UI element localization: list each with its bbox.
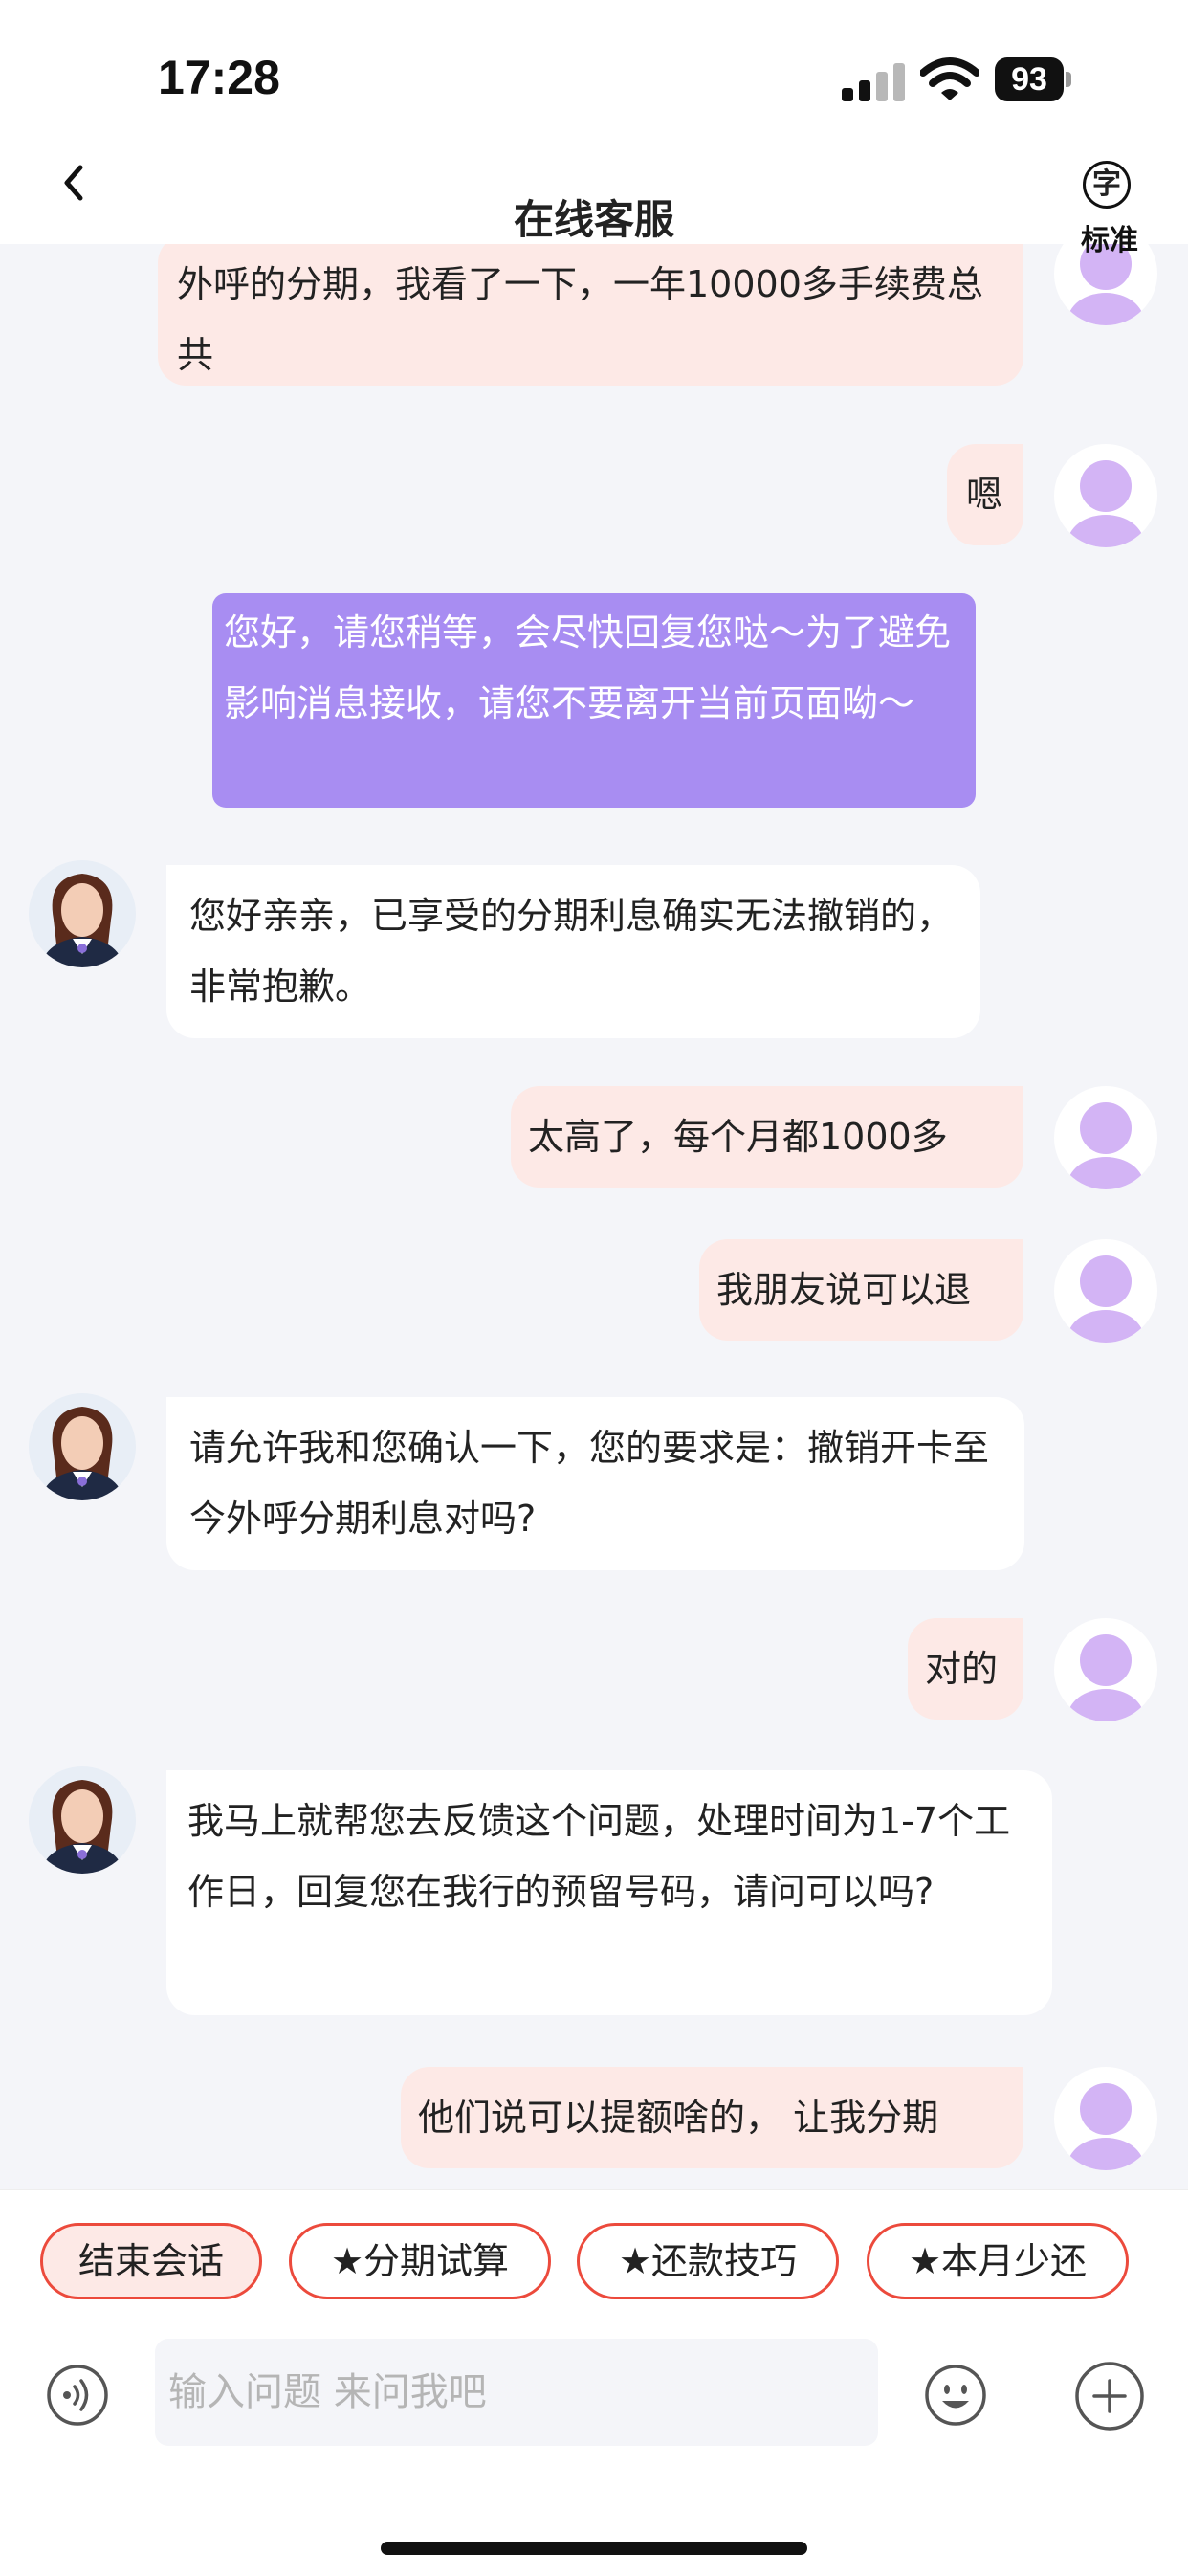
voice-icon [47,2365,108,2426]
user-avatar [1054,1239,1157,1343]
status-bar: 17:28 93 [0,0,1188,144]
chat-area[interactable]: 外呼的分期，我看了一下，一年10000多手续费总共 嗯 您好，请您稍等，会尽快回… [0,144,1188,2189]
installment-calculator-button[interactable]: ★分期试算 [289,2223,551,2299]
message-bubble: 外呼的分期，我看了一下，一年10000多手续费总共 [158,234,1023,386]
agent-avatar [29,1766,136,1874]
header-bar: 在线客服 字 标准 [0,144,1188,257]
system-notice-bubble: 您好，请您稍等，会尽快回复您哒～为了避免影响消息接收，请您不要离开当前页面呦～ [212,593,976,808]
quick-actions-bar: 结束会话 ★分期试算 ★还款技巧 ★本月少还 [0,2189,1188,2340]
font-size-icon: 字 [1083,161,1131,209]
message-bubble: 太高了，每个月都1000多 [511,1086,1023,1188]
plus-icon [1075,2362,1144,2431]
end-session-button[interactable]: 结束会话 [40,2223,262,2299]
more-options-button[interactable] [1073,2360,1146,2432]
emoji-icon [925,2365,986,2426]
repayment-tips-button[interactable]: ★还款技巧 [577,2223,839,2299]
user-avatar [1054,1086,1157,1189]
user-avatar [1054,444,1157,547]
user-avatar [1054,2067,1157,2170]
message-bubble: 我马上就帮您去反馈这个问题，处理时间为1-7个工作日，回复您在我行的预留号码，请… [166,1770,1052,2015]
message-bubble: 对的 [908,1618,1023,1720]
battery-percentage: 93 [1011,61,1047,98]
input-bar [0,2339,1188,2576]
message-bubble: 您好亲亲，已享受的分期利息确实无法撤销的，非常抱歉。 [166,865,980,1038]
voice-input-button[interactable] [46,2364,109,2427]
page-title: 在线客服 [513,196,674,243]
pay-less-this-month-button[interactable]: ★本月少还 [867,2223,1129,2299]
font-size-label: 标准 [1081,224,1138,257]
message-bubble: 嗯 [947,444,1023,545]
battery-indicator: 93 [995,57,1073,101]
font-size-button[interactable]: 字 标准 [1069,161,1150,257]
agent-avatar [29,1393,136,1500]
agent-avatar [29,860,136,967]
message-bubble: 他们说可以提额啥的， 让我分期 [401,2067,1023,2168]
wifi-icon [920,57,979,100]
status-time: 17:28 [158,51,280,104]
message-input[interactable] [155,2339,878,2446]
emoji-button[interactable] [924,2364,987,2427]
cellular-signal-icon [842,63,905,101]
home-indicator[interactable] [381,2542,807,2555]
message-bubble: 请允许我和您确认一下，您的要求是：撤销开卡至今外呼分期利息对吗? [166,1397,1024,1570]
user-avatar [1054,1618,1157,1721]
message-bubble: 我朋友说可以退 [699,1239,1023,1341]
